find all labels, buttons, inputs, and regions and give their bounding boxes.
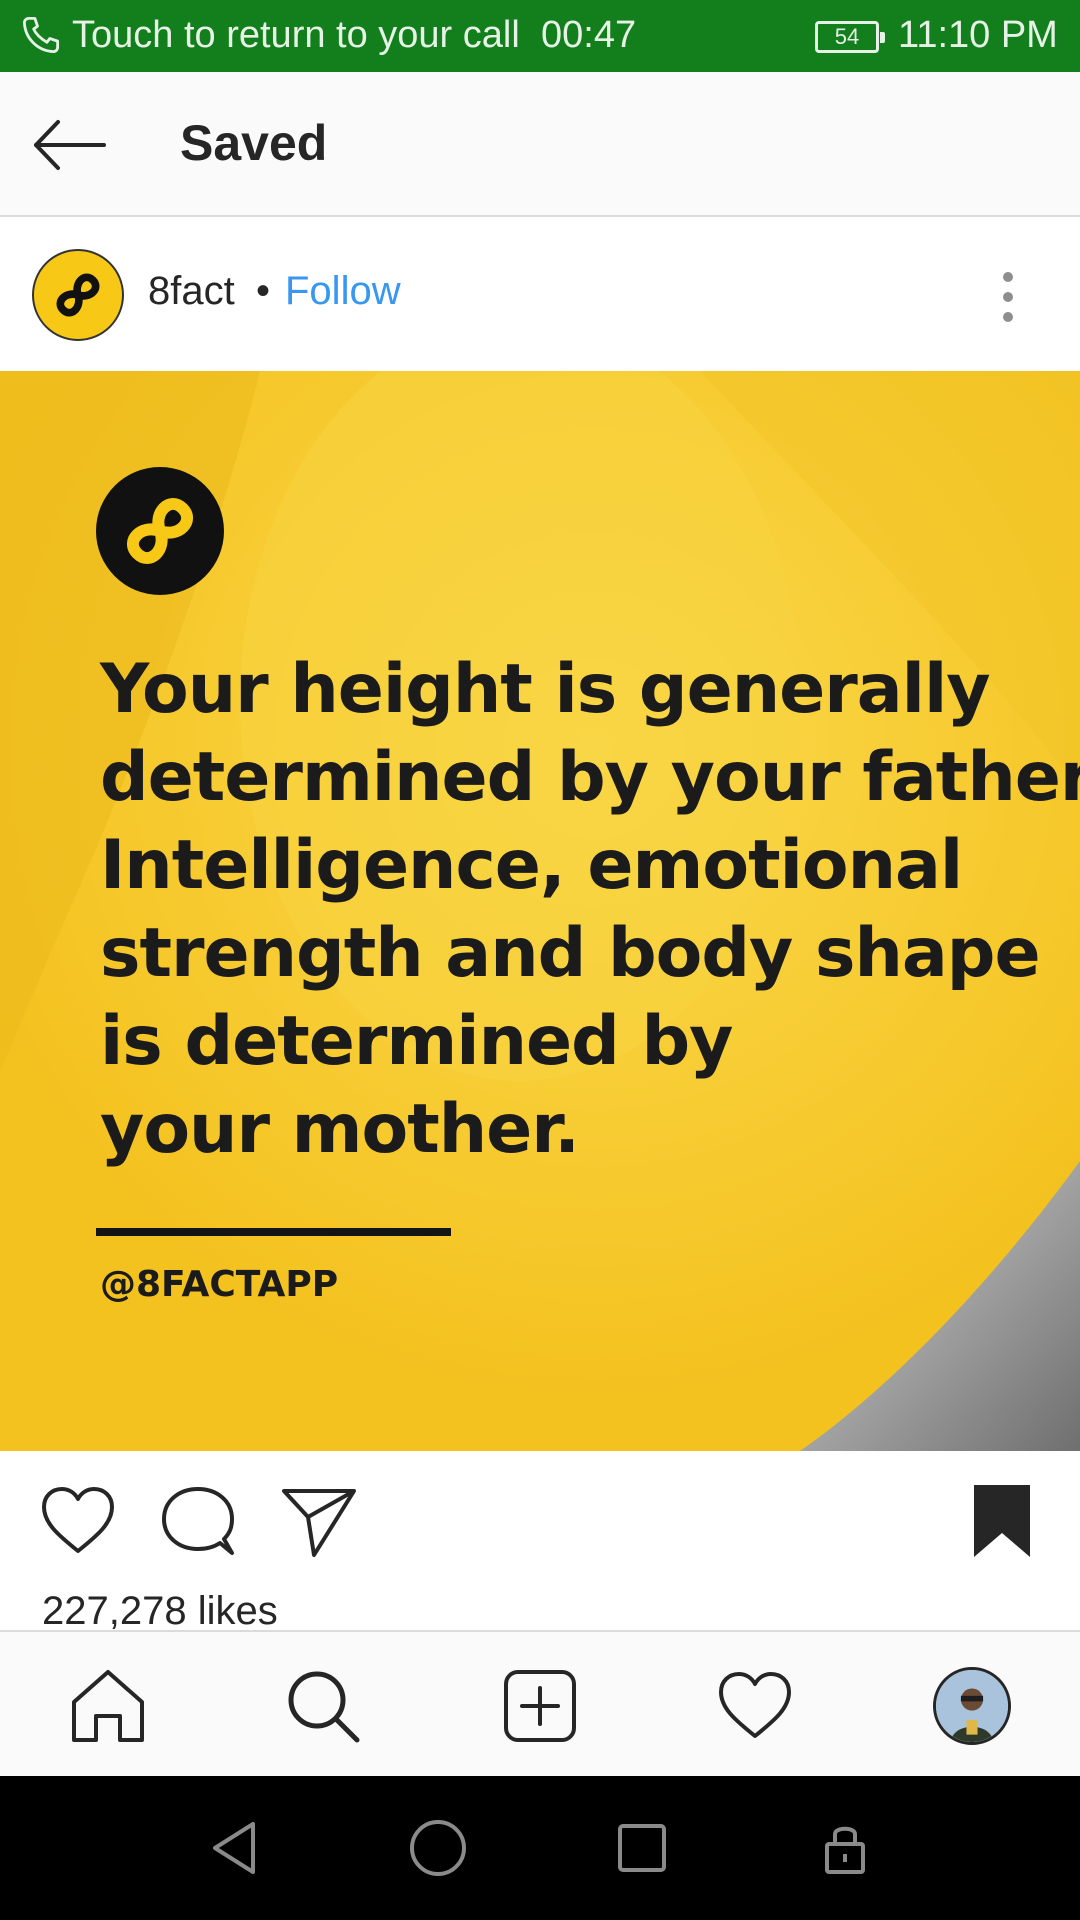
fact-line: your mother. [100,1090,580,1169]
infinity-logo-icon [56,273,100,317]
divider [96,1228,451,1236]
comment-icon[interactable] [158,1481,238,1561]
bookmark-filled-icon[interactable] [962,1481,1042,1561]
app-header: Saved [0,72,1080,217]
likes-count[interactable]: 227,278 likes [42,1589,278,1634]
fact-line: determined by your father. [100,738,1080,817]
post-image[interactable]: Your height is generally determined by y… [0,371,1080,1451]
back-triangle-icon[interactable] [203,1816,267,1880]
send-icon[interactable] [278,1481,358,1561]
post-header: 8fact • Follow [0,219,1080,371]
post-action-bar: 227,278 likes [0,1451,1080,1634]
8fact-logo [96,467,224,595]
lock-icon[interactable] [813,1816,877,1880]
battery-icon: 54 [815,21,885,53]
search-icon[interactable] [283,1666,363,1746]
page-title: Saved [180,115,328,171]
post-username[interactable]: 8fact [148,269,235,314]
status-clock: 11:10 PM [898,14,1058,56]
fact-line: Intelligence, emotional [100,826,963,905]
return-to-call-text[interactable]: Touch to return to your call [72,14,520,57]
activity-heart-icon[interactable] [715,1666,795,1746]
system-nav-bar [0,1776,1080,1920]
profile-avatar[interactable] [933,1667,1011,1745]
recents-square-icon[interactable] [610,1816,674,1880]
fact-text: Your height is generally determined by y… [100,646,1080,1174]
more-vertical-icon[interactable] [990,269,1026,325]
home-circle-icon[interactable] [406,1816,470,1880]
battery-level: 54 [834,24,860,49]
author-avatar[interactable] [32,249,124,341]
infinity-logo-icon [127,498,193,564]
heart-outline-icon[interactable] [38,1481,118,1561]
fact-line: strength and body shape [100,914,1041,993]
separator-dot: • [256,269,271,313]
status-bar[interactable]: Touch to return to your call 00:47 54 11… [0,0,1080,72]
bottom-nav [0,1630,1080,1776]
fact-line: Your height is generally [100,650,991,729]
add-post-icon[interactable] [500,1666,580,1746]
fact-line: is determined by [100,1002,733,1081]
call-timer: 00:47 [541,14,637,56]
follow-button[interactable]: Follow [285,269,401,314]
phone-icon [22,16,60,54]
arrow-left-icon[interactable] [28,112,108,178]
home-icon[interactable] [68,1666,148,1746]
profile-photo [936,1670,1008,1742]
post-handle: @8FACTAPP [100,1264,339,1305]
